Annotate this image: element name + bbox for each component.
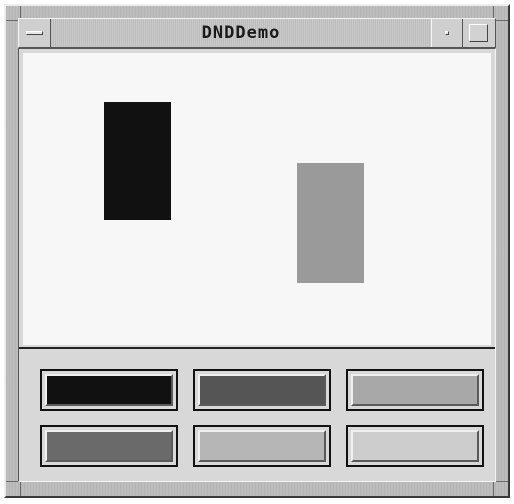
drop-canvas[interactable]: [23, 53, 491, 345]
swatch-fill: [351, 374, 479, 406]
swatch-fill: [45, 430, 173, 462]
frame-corner-mark: [494, 481, 508, 482]
maximize-button[interactable]: [463, 19, 495, 47]
swatch-fill: [198, 374, 326, 406]
frame-corner-mark: [20, 482, 21, 496]
window-menu-icon: [26, 31, 43, 35]
color-swatch-gray[interactable]: [40, 425, 178, 467]
swatch-fill: [45, 374, 173, 406]
black-rectangle[interactable]: [104, 102, 171, 220]
frame-corner-mark: [493, 482, 494, 496]
color-palette: [19, 349, 495, 481]
frame-corner-mark: [494, 20, 508, 21]
color-swatch-pale-gray[interactable]: [346, 425, 484, 467]
title-bar[interactable]: DNDDemo: [18, 18, 496, 48]
color-swatch-dark-gray[interactable]: [193, 369, 331, 411]
client-area: [18, 48, 496, 482]
gray-rectangle[interactable]: [297, 163, 364, 283]
minimize-button[interactable]: [431, 19, 463, 47]
minimize-icon: [445, 31, 449, 35]
window-title: DNDDemo: [201, 23, 281, 43]
color-swatch-light-gray[interactable]: [346, 369, 484, 411]
color-swatch-black[interactable]: [40, 369, 178, 411]
maximize-icon: [469, 24, 488, 42]
swatch-fill: [351, 430, 479, 462]
swatch-fill: [198, 430, 326, 462]
color-swatch-silver[interactable]: [193, 425, 331, 467]
window-menu-button[interactable]: [19, 19, 51, 47]
